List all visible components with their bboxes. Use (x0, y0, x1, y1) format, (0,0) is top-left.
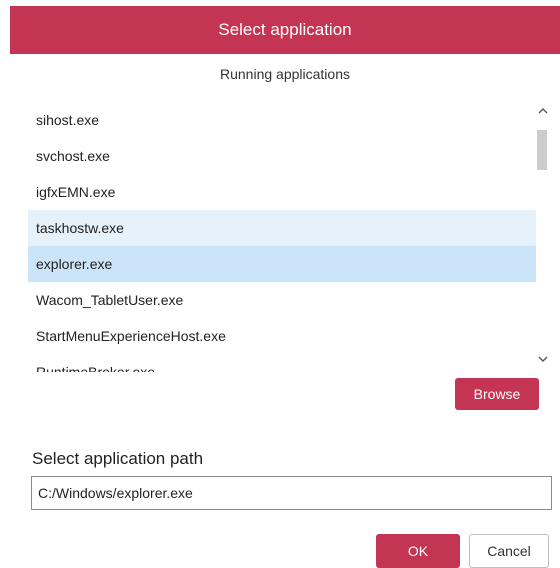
chevron-down-icon[interactable] (536, 352, 550, 366)
cancel-button[interactable]: Cancel (469, 534, 549, 568)
list-item[interactable]: RuntimeBroker.exe (28, 354, 536, 372)
application-path-label: Select application path (32, 449, 204, 468)
list-item[interactable]: sihost.exe (28, 102, 536, 138)
dialog-title: Select application (218, 20, 352, 39)
application-path-input[interactable] (31, 476, 552, 510)
running-applications-list[interactable]: sihost.exe svchost.exe igfxEMN.exe taskhost… (28, 102, 550, 372)
browse-button[interactable]: Browse (455, 378, 539, 410)
list-item[interactable]: taskhostw.exe (28, 210, 536, 246)
list-scrollbar[interactable] (536, 102, 550, 372)
running-applications-label: Running applications (220, 66, 350, 82)
list-item[interactable]: Wacom_TabletUser.exe (28, 282, 536, 318)
list-item[interactable]: StartMenuExperienceHost.exe (28, 318, 536, 354)
ok-button[interactable]: OK (376, 534, 460, 568)
chevron-up-icon[interactable] (536, 104, 550, 118)
dialog-titlebar: Select application (10, 6, 560, 54)
list-item[interactable]: svchost.exe (28, 138, 536, 174)
list-item[interactable]: igfxEMN.exe (28, 174, 536, 210)
scrollbar-thumb[interactable] (537, 130, 547, 170)
list-item[interactable]: explorer.exe (28, 246, 536, 282)
